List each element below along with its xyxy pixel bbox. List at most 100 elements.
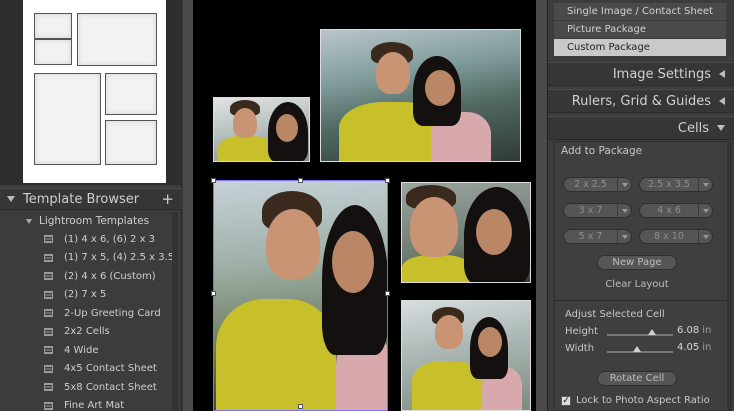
lock-aspect-label: Lock to Photo Aspect Ratio [576,395,710,406]
template-item-label: (1) 4 x 6, (6) 2 x 3 [64,233,156,245]
preview-cell [34,13,72,39]
photo-cell[interactable] [401,182,531,283]
template-item[interactable]: (1) 7 x 5, (4) 2.5 x 3.5 [0,249,182,268]
image-settings-title: Image Settings [612,66,711,82]
photo-figure [266,209,320,279]
preview-cell [34,73,101,165]
resize-handle[interactable] [385,291,390,296]
unit-label: in [702,325,712,336]
template-item-label: 4 Wide [64,344,99,356]
width-value[interactable]: 4.05 in [677,342,711,353]
template-item[interactable]: 2x2 Cells [0,323,182,342]
lock-aspect-checkbox[interactable]: ✓ [561,396,571,406]
cell-size-button[interactable]: 4 x 6 [639,203,713,218]
layout-option-single[interactable]: Single Image / Contact Sheet [554,3,726,20]
template-item[interactable]: (2) 4 x 6 (Custom) [0,267,182,286]
template-folder[interactable]: Lightroom Templates [0,212,182,230]
height-value[interactable]: 6.08 in [677,325,711,336]
layout-option-custom-package[interactable]: Custom Package [554,39,726,56]
cells-title: Cells [677,120,709,136]
photo-figure [425,70,455,106]
photo-figure [218,136,274,161]
height-slider-knob[interactable] [647,329,656,335]
dropdown-arrow-icon[interactable] [698,230,712,243]
photo-cell[interactable] [401,300,531,411]
template-icon [44,401,53,410]
unit-label: in [702,342,712,353]
resize-handle[interactable] [298,178,303,183]
cell-size-label: 5 x 7 [578,231,603,242]
add-template-icon[interactable]: + [161,190,174,208]
height-slider-track[interactable] [607,334,673,336]
template-item[interactable]: 5x8 Contact Sheet [0,378,182,397]
resize-handle[interactable] [211,178,216,183]
print-page [193,0,536,411]
template-item[interactable]: 4x5 Contact Sheet [0,360,182,379]
template-browser-header[interactable]: Template Browser + [0,188,182,210]
template-item-label: 4x5 Contact Sheet [64,363,157,375]
collapse-arrow-icon[interactable] [717,125,725,131]
add-to-package-label: Add to Package [561,145,643,157]
section-divider [555,300,729,301]
photo-cell[interactable] [213,97,310,162]
preview-cell [105,120,157,165]
dropdown-arrow-icon[interactable] [698,178,712,191]
print-canvas [183,0,547,411]
selected-photo-cell[interactable] [213,180,388,411]
template-item[interactable]: 2-Up Greeting Card [0,304,182,323]
cell-size-label: 2.5 x 3.5 [648,179,690,190]
layout-option-picture-package[interactable]: Picture Package [554,21,726,38]
template-item[interactable]: (2) 7 x 5 [0,286,182,305]
image-settings-header[interactable]: Image Settings [548,62,734,86]
cell-size-label: 2 x 2.5 [574,179,607,190]
photo-figure [410,197,458,257]
template-icon [44,235,53,244]
clear-layout-button[interactable]: Clear Layout [597,277,677,292]
height-value-text[interactable]: 6.08 [677,325,699,336]
preview-page [23,0,166,183]
template-item[interactable]: 4 Wide [0,341,182,360]
cell-size-button[interactable]: 8 x 10 [639,229,713,244]
expand-arrow-icon[interactable] [719,97,725,105]
template-item-label: (1) 7 x 5, (4) 2.5 x 3.5 [64,252,175,264]
resize-handle[interactable] [385,178,390,183]
folder-label: Lightroom Templates [39,215,150,227]
height-label: Height [565,326,599,337]
template-item-label: 2x2 Cells [64,326,110,338]
cell-size-button[interactable]: 2.5 x 3.5 [639,177,713,192]
right-scrollbar[interactable] [727,141,732,411]
photo-cell[interactable] [320,29,521,162]
dropdown-arrow-icon[interactable] [698,204,712,217]
cells-header[interactable]: Cells [548,116,734,140]
rulers-grid-guides-header[interactable]: Rulers, Grid & Guides [548,89,734,113]
width-value-text[interactable]: 4.05 [677,342,699,353]
template-item[interactable]: (1) 4 x 6, (6) 2 x 3 [0,230,182,249]
preview-cell [105,73,157,115]
new-page-button[interactable]: New Page [597,255,677,270]
template-item[interactable]: Fine Art Mat [0,397,182,411]
right-panel: Single Image / Contact Sheet Picture Pac… [547,0,734,411]
layout-preview [0,0,182,185]
cell-size-label: 8 x 10 [654,231,684,242]
dropdown-arrow-icon[interactable] [617,230,631,243]
template-item-label: 2-Up Greeting Card [64,307,161,319]
template-list: Lightroom Templates (1) 4 x 6, (6) 2 x 3… [0,212,182,411]
cell-size-button[interactable]: 5 x 7 [563,229,632,244]
rulers-title: Rulers, Grid & Guides [571,93,711,109]
template-icon [44,309,53,318]
resize-handle[interactable] [298,404,303,409]
cell-size-button[interactable]: 3 x 7 [563,203,632,218]
adjust-selected-cell-label: Adjust Selected Cell [565,309,665,320]
template-item-label: (2) 7 x 5 [64,289,107,301]
expand-arrow-icon[interactable] [719,70,725,78]
rotate-cell-button[interactable]: Rotate Cell [597,371,677,386]
dropdown-arrow-icon[interactable] [617,178,631,191]
template-scrollbar[interactable] [172,212,178,411]
width-slider-knob[interactable] [632,346,641,352]
folder-expand-icon[interactable] [26,218,32,224]
resize-handle[interactable] [211,291,216,296]
photo-figure [276,114,298,142]
cell-size-button[interactable]: 2 x 2.5 [563,177,632,192]
collapse-triangle-icon[interactable] [7,196,15,202]
dropdown-arrow-icon[interactable] [617,204,631,217]
